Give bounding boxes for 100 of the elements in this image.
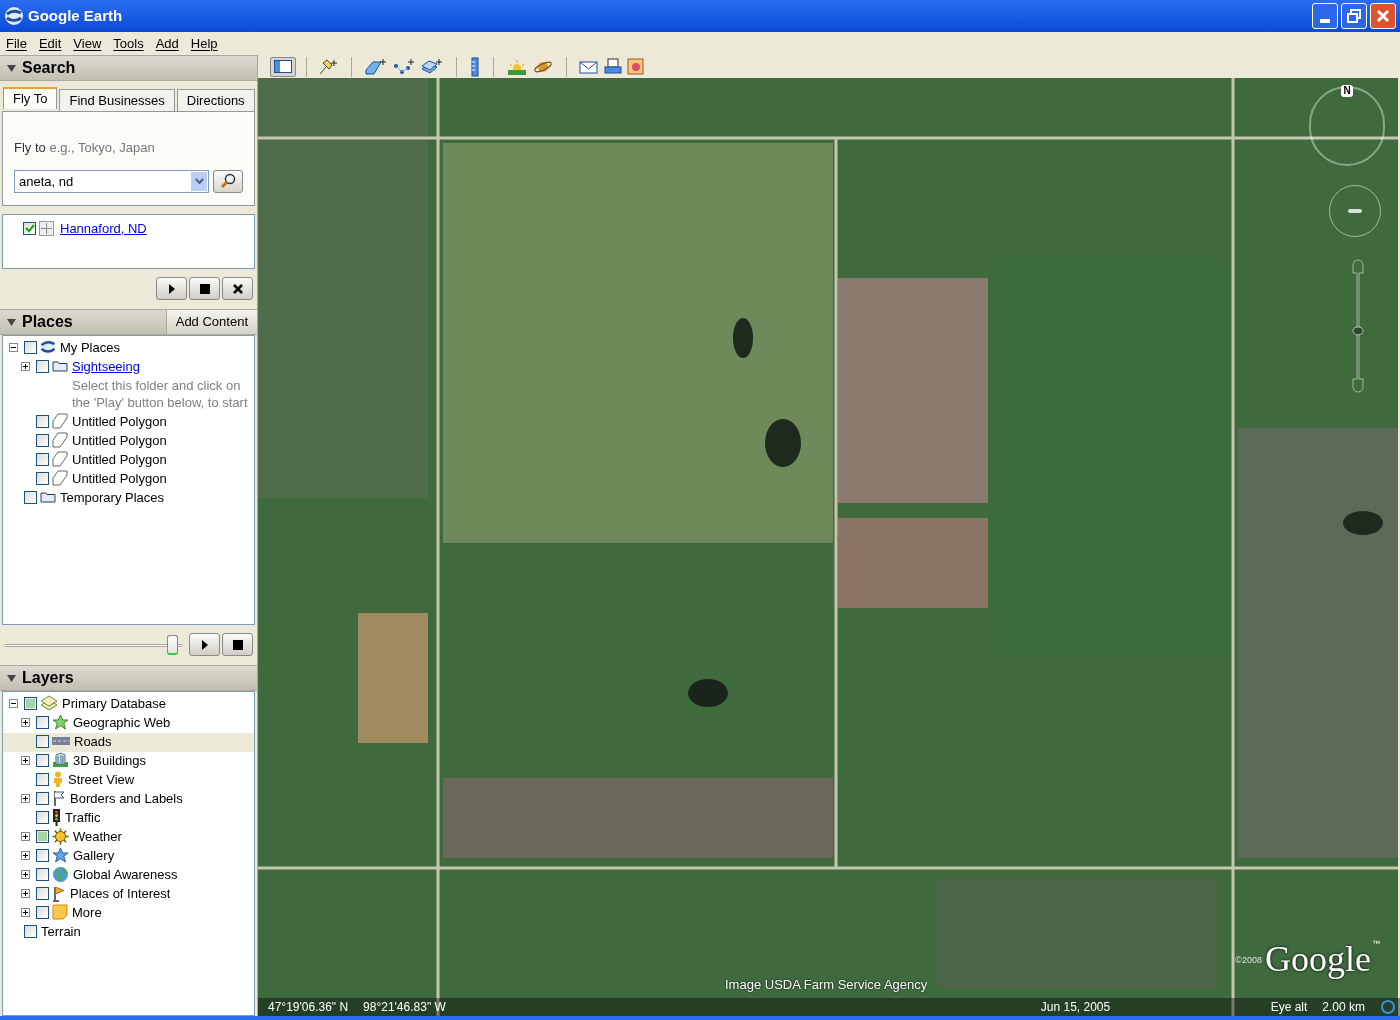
menu-item[interactable]: Help [186, 33, 222, 54]
checkbox[interactable] [36, 848, 49, 862]
sun-icon [52, 827, 69, 845]
menu-item[interactable]: File [2, 33, 31, 54]
fly-to-hint: Fly to e.g., Tokyo, Japan [14, 139, 156, 157]
tree-label: My Places [60, 338, 120, 357]
collapse-arrow-icon[interactable] [6, 64, 16, 72]
tree-label: Places of Interest [70, 884, 171, 903]
expander-box[interactable] [21, 888, 30, 898]
ruler-icon[interactable] [469, 56, 481, 77]
checkbox[interactable] [36, 359, 49, 373]
checkbox[interactable] [36, 433, 49, 447]
checkbox[interactable] [36, 829, 49, 843]
play-button[interactable] [156, 277, 187, 300]
collapse-arrow-icon[interactable] [6, 317, 16, 326]
checkbox[interactable] [36, 414, 49, 428]
folder-link[interactable]: Sightseeing [72, 357, 140, 376]
compass-ring[interactable]: N [1309, 86, 1385, 166]
tree-row[interactable]: 3D Buildings [3, 751, 254, 771]
checkbox[interactable] [24, 490, 37, 504]
path-icon[interactable] [392, 57, 416, 76]
zoom-slider-knob[interactable] [1352, 326, 1364, 336]
expander-box[interactable] [21, 850, 30, 860]
search-tab[interactable]: Directions [176, 89, 255, 111]
checkbox[interactable] [24, 696, 37, 710]
checkbox[interactable] [36, 715, 49, 729]
checkbox[interactable] [23, 221, 36, 235]
checkbox[interactable] [36, 772, 49, 786]
tree-row[interactable]: Terrain [3, 922, 254, 942]
checkbox[interactable] [36, 905, 49, 919]
location-input-field[interactable]: aneta, nd [14, 169, 209, 193]
stop-icon [197, 281, 212, 296]
menu-item[interactable]: Add [151, 33, 183, 54]
window-title: Google Earth [28, 5, 123, 26]
road-icon [52, 736, 70, 746]
collapse-arrow-icon[interactable] [6, 673, 16, 682]
tree-row[interactable]: Global Awareness [3, 865, 254, 885]
tree-row[interactable]: More [3, 903, 254, 923]
menu-item[interactable]: Tools [109, 33, 148, 54]
play-button[interactable] [189, 633, 220, 656]
add-content-button[interactable]: Add Content [165, 309, 257, 334]
tree-label: 3D Buildings [73, 751, 146, 770]
polygon-icon[interactable] [364, 57, 388, 76]
stop-button[interactable] [189, 277, 220, 300]
tree-row[interactable]: Gallery [3, 846, 254, 866]
tree-row[interactable]: Traffic [3, 808, 254, 828]
search-tab[interactable]: Fly To [3, 87, 58, 109]
earth-icon [40, 339, 56, 355]
expander-box[interactable] [21, 717, 30, 727]
eye-alt-readout: 2.00 km [1322, 999, 1365, 1016]
expander-box[interactable] [21, 793, 30, 803]
checkbox[interactable] [36, 810, 49, 824]
menu-item[interactable]: Edit [34, 33, 66, 54]
checkbox[interactable] [36, 734, 49, 748]
minimize-button[interactable] [1312, 3, 1338, 29]
result-link[interactable]: Hannaford, ND [60, 218, 147, 238]
expander-box[interactable] [21, 831, 30, 841]
tree-row[interactable]: Geographic Web [3, 713, 254, 733]
tree-row[interactable]: Weather [3, 827, 254, 847]
tour-speed-slider[interactable] [4, 634, 183, 655]
expander-box[interactable] [21, 755, 30, 765]
expander-box[interactable] [21, 869, 30, 879]
print-icon[interactable] [603, 57, 623, 76]
expander-box[interactable] [21, 361, 30, 371]
tree-row[interactable]: Borders and Labels [3, 789, 254, 809]
stop-button[interactable] [222, 633, 253, 656]
joystick-knob-icon [1348, 209, 1362, 213]
placemark-icon[interactable] [317, 57, 339, 76]
sunlight-icon[interactable] [506, 57, 528, 76]
checkbox[interactable] [36, 471, 49, 485]
expander-box[interactable] [9, 342, 18, 352]
expander-box[interactable] [9, 698, 18, 708]
tree-row[interactable]: Primary Database [3, 694, 254, 714]
compass-north-label: N [1341, 85, 1353, 97]
checkbox[interactable] [36, 886, 49, 900]
overlay-icon[interactable] [420, 57, 444, 76]
tree-row[interactable]: Places of Interest [3, 884, 254, 904]
checkbox[interactable] [24, 340, 37, 354]
checkbox[interactable] [36, 867, 49, 881]
expander-box[interactable] [21, 907, 30, 917]
search-tab[interactable]: Find Businesses [59, 89, 175, 111]
checkbox[interactable] [36, 791, 49, 805]
slider-thumb[interactable] [166, 634, 178, 655]
panel-title: Search [22, 58, 76, 78]
close-button[interactable] [222, 277, 253, 300]
restore-button[interactable] [1341, 3, 1367, 29]
checkbox[interactable] [24, 924, 37, 938]
star-icon [52, 714, 69, 730]
tree-row[interactable]: Street View [3, 770, 254, 790]
checkbox[interactable] [36, 452, 49, 466]
image-icon[interactable] [627, 57, 645, 76]
tree-row[interactable]: Roads [3, 732, 254, 752]
checkbox[interactable] [36, 753, 49, 767]
search-button[interactable] [213, 169, 243, 193]
sidebar-toggle-button[interactable] [270, 56, 296, 77]
tree-label: Primary Database [62, 694, 167, 713]
menu-item[interactable]: View [69, 33, 106, 54]
email-icon[interactable] [579, 58, 599, 75]
minimize-icon [1320, 19, 1330, 23]
note-icon [52, 904, 68, 920]
